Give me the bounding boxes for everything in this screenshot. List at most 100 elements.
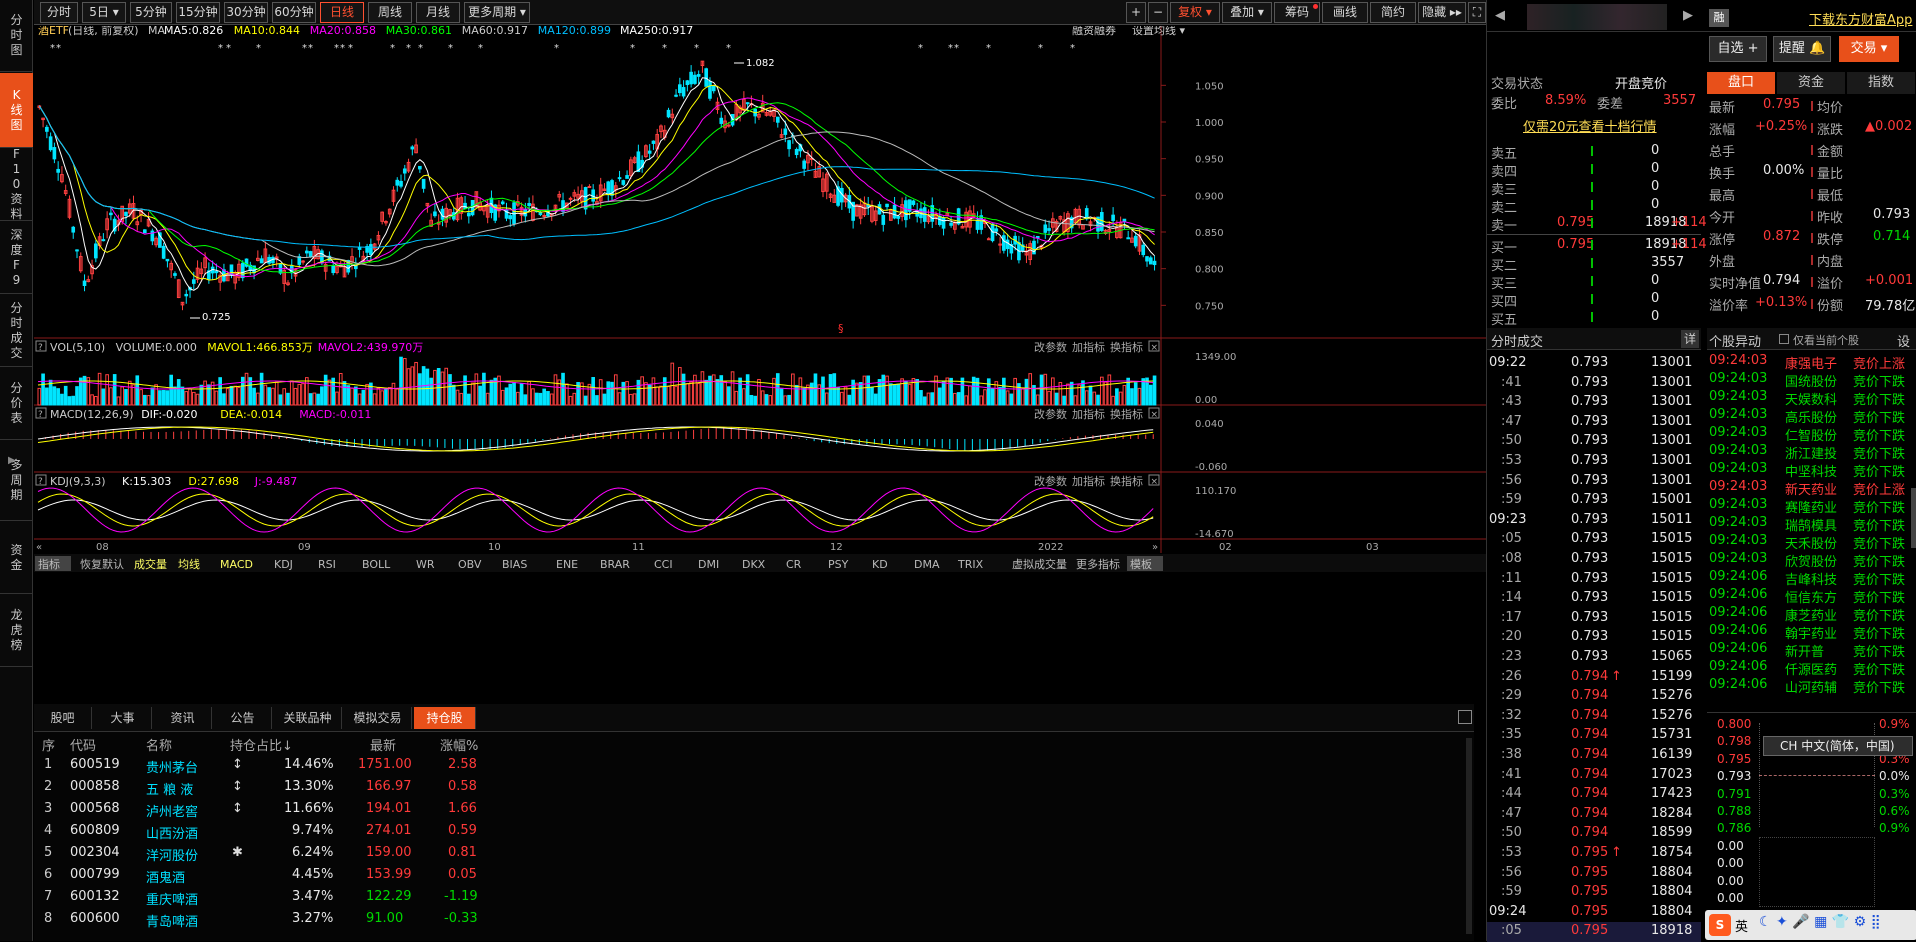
- indicator-tab-21[interactable]: 虚拟成交量: [1012, 557, 1067, 571]
- anomaly-checkbox[interactable]: [1779, 334, 1789, 344]
- indicator-tab-9[interactable]: OBV: [458, 558, 482, 571]
- holding-name[interactable]: 贵州茅台: [146, 757, 198, 776]
- next-stock-icon[interactable]: ▶: [1683, 8, 1693, 23]
- tool-button-7[interactable]: 隐藏 ▸▸: [1418, 2, 1466, 23]
- holding-name[interactable]: 洋河股份: [146, 845, 198, 864]
- anomaly-row[interactable]: 09:24:06 仟源医药 竞价下跌: [1707, 658, 1916, 678]
- quote-tab-0[interactable]: 盘口: [1707, 72, 1775, 94]
- panel-action-0[interactable]: 改参数: [1034, 474, 1067, 488]
- nav-item-5[interactable]: 分价表: [0, 368, 33, 440]
- tool-button-0[interactable]: +: [1126, 2, 1146, 23]
- nav-item-1[interactable]: K线图: [0, 73, 33, 148]
- download-app-link[interactable]: 下载东方财富App: [1809, 9, 1912, 28]
- indicator-tab-11[interactable]: ENE: [556, 558, 578, 571]
- indicator-tab-4[interactable]: MACD: [220, 558, 253, 571]
- anomaly-row[interactable]: 09:24:03 浙江建投 竞价下跌: [1707, 442, 1916, 462]
- event-star-icon[interactable]: *: [226, 43, 231, 54]
- nav-item-3[interactable]: 深度F9: [0, 222, 33, 294]
- anomaly-row[interactable]: 09:24:03 康强电子 竞价上涨: [1707, 352, 1916, 372]
- collapse-handle-icon[interactable]: ▶: [8, 455, 16, 466]
- indicator-tab-15[interactable]: DKX: [742, 558, 766, 571]
- bottom-tab-4[interactable]: 关联品种: [274, 707, 342, 729]
- event-star-icon[interactable]: *: [630, 43, 635, 54]
- anomaly-row[interactable]: 09:24:03 仁智股份 竞价下跌: [1707, 424, 1916, 444]
- quote-tab-1[interactable]: 资金: [1777, 72, 1845, 94]
- col-price[interactable]: 最新: [370, 735, 396, 754]
- anomaly-row[interactable]: 09:24:06 康芝药业 竞价下跌: [1707, 604, 1916, 624]
- period-button-5[interactable]: 60分钟: [272, 2, 316, 23]
- event-star-icon[interactable]: *: [918, 43, 923, 54]
- indicator-tab-19[interactable]: DMA: [914, 558, 940, 571]
- panel-action-2[interactable]: 换指标: [1110, 407, 1143, 421]
- indicator-tab-10[interactable]: BIAS: [502, 558, 527, 571]
- holding-row[interactable]: 3 000568 泸州老窖 ↕ 11.66% 194.01 1.66: [34, 798, 504, 820]
- period-button-9[interactable]: 更多周期 ▾: [464, 2, 530, 23]
- event-star-icon[interactable]: *: [1070, 43, 1075, 54]
- indicator-tab-12[interactable]: BRAR: [600, 558, 630, 571]
- indicator-tab-16[interactable]: CR: [786, 558, 802, 571]
- anomaly-stock[interactable]: 山河药辅: [1785, 677, 1837, 696]
- indicator-tab-23[interactable]: 模板: [1130, 557, 1152, 571]
- indicator-tab-0[interactable]: 指标: [38, 557, 60, 571]
- anomaly-row[interactable]: 09:24:03 天禾股份 竞价下跌: [1707, 532, 1916, 552]
- tool-button-3[interactable]: 叠加 ▾: [1222, 2, 1272, 23]
- event-star-icon[interactable]: *: [308, 43, 313, 54]
- ime-mode-label[interactable]: 英: [1735, 916, 1748, 935]
- nav-item-6[interactable]: 多周期: [0, 441, 33, 521]
- holding-name[interactable]: 五 粮 液: [146, 779, 193, 798]
- event-star-icon[interactable]: *: [348, 43, 353, 54]
- period-button-1[interactable]: 5日 ▾: [82, 2, 126, 23]
- event-star-icon[interactable]: *: [986, 43, 991, 54]
- event-star-icon[interactable]: *: [56, 43, 61, 54]
- ticks-detail-button[interactable]: 详: [1681, 330, 1699, 348]
- event-star-icon[interactable]: *: [334, 43, 339, 54]
- event-star-icon[interactable]: *: [948, 43, 953, 54]
- nav-item-4[interactable]: 分时成交: [0, 295, 33, 367]
- period-button-2[interactable]: 5分钟: [130, 2, 172, 23]
- bottom-tab-6[interactable]: 持仓股: [414, 707, 476, 729]
- holding-row[interactable]: 7 600132 重庆啤酒 3.47% 122.29 -1.19: [34, 886, 504, 908]
- add-watchlist-button[interactable]: 自选 +: [1709, 36, 1767, 62]
- tool-button-6[interactable]: 简约: [1370, 2, 1416, 23]
- event-star-icon[interactable]: *: [390, 43, 395, 54]
- anomaly-row[interactable]: 09:24:03 高乐股份 竞价下跌: [1707, 406, 1916, 426]
- anomaly-row[interactable]: 09:24:03 瑞鹄模具 竞价下跌: [1707, 514, 1916, 534]
- bottom-tab-5[interactable]: 模拟交易: [344, 707, 412, 729]
- anomaly-row[interactable]: 09:24:06 翰宇药业 竞价下跌: [1707, 622, 1916, 642]
- panel-action-1[interactable]: 加指标: [1072, 474, 1105, 488]
- anomaly-row[interactable]: 09:24:03 国统股份 竞价下跌: [1707, 370, 1916, 390]
- holding-row[interactable]: 2 000858 五 粮 液 ↕ 13.30% 166.97 0.58: [34, 776, 504, 798]
- event-star-icon[interactable]: *: [50, 43, 55, 54]
- period-button-7[interactable]: 周线: [368, 2, 412, 23]
- indicator-tab-14[interactable]: DMI: [698, 558, 719, 571]
- panel-action-2[interactable]: 换指标: [1110, 340, 1143, 354]
- prev-stock-icon[interactable]: ◀: [1495, 8, 1505, 23]
- minimize-icon[interactable]: [1458, 710, 1472, 724]
- indicator-tab-3[interactable]: 均线: [178, 557, 200, 571]
- tool-button-2[interactable]: 复权 ▾: [1170, 2, 1220, 23]
- event-star-icon[interactable]: *: [448, 43, 453, 54]
- anomaly-row[interactable]: 09:24:03 赛隆药业 竞价下跌: [1707, 496, 1916, 516]
- event-star-icon[interactable]: *: [1038, 43, 1043, 54]
- indicator-tab-5[interactable]: KDJ: [274, 558, 293, 571]
- indicator-tab-13[interactable]: CCI: [654, 558, 673, 571]
- holding-row[interactable]: 1 600519 贵州茅台 ↕ 14.46% 1751.00 2.58: [34, 754, 504, 776]
- anomaly-row[interactable]: 09:24:03 欣贺股份 竞价下跌: [1707, 550, 1916, 570]
- holding-row[interactable]: 5 002304 洋河股份 ✱ 6.24% 159.00 0.81: [34, 842, 504, 864]
- period-button-3[interactable]: 15分钟: [176, 2, 220, 23]
- anomaly-row[interactable]: 09:24:03 中坚科技 竞价下跌: [1707, 460, 1916, 480]
- indicator-tab-18[interactable]: KD: [872, 558, 888, 571]
- holding-name[interactable]: 酒鬼酒: [146, 867, 185, 886]
- ime-language-label[interactable]: CH 中文(简体，中国): [1763, 736, 1913, 756]
- bottom-tab-0[interactable]: 股吧: [34, 707, 92, 729]
- event-star-icon[interactable]: *: [302, 43, 307, 54]
- indicator-tab-7[interactable]: BOLL: [362, 558, 391, 571]
- event-star-icon[interactable]: *: [662, 43, 667, 54]
- period-button-8[interactable]: 月线: [416, 2, 460, 23]
- holding-name[interactable]: 山西汾酒: [146, 823, 198, 842]
- quote-tab-2[interactable]: 指数: [1847, 72, 1915, 94]
- indicator-tab-8[interactable]: WR: [416, 558, 435, 571]
- nav-item-7[interactable]: 资金: [0, 522, 33, 594]
- holding-row[interactable]: 4 600809 山西汾酒 9.74% 274.01 0.59: [34, 820, 504, 842]
- ime-toolbar[interactable]: S 英 ☾ ✦ 🎤 ▦ 👕 ⚙ ⣿: [1705, 910, 1916, 940]
